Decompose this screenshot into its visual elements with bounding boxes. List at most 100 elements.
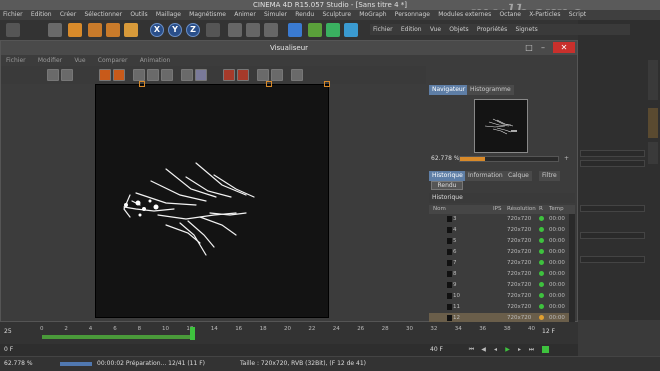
- attr-field[interactable]: [580, 150, 645, 157]
- om-menu-proprietes[interactable]: Propriétés: [474, 24, 510, 35]
- go-start-icon[interactable]: ⏮: [468, 346, 475, 353]
- col-resolution[interactable]: Résolution: [507, 205, 536, 214]
- pv-menu-vue[interactable]: Vue: [69, 55, 90, 66]
- menu-maillage[interactable]: Maillage: [153, 10, 184, 20]
- compare-ab-icon[interactable]: [181, 69, 193, 81]
- tab-historique[interactable]: Historique: [429, 171, 466, 181]
- pv-menu-comparer[interactable]: Comparer: [93, 55, 133, 66]
- timeline-playhead[interactable]: [190, 327, 195, 340]
- stop-render-icon[interactable]: [223, 69, 235, 81]
- menu-personnage[interactable]: Personnage: [392, 10, 433, 20]
- history-row[interactable]: 4 720x720 00:00: [429, 225, 569, 235]
- spline-icon[interactable]: [308, 23, 322, 37]
- render-settings-icon[interactable]: [264, 23, 278, 37]
- menu-selectionner[interactable]: Sélectionner: [81, 10, 125, 20]
- history-row[interactable]: 7 720x720 00:00: [429, 258, 569, 268]
- menu-fichier[interactable]: Fichier: [0, 10, 26, 20]
- record-key-icon[interactable]: [542, 346, 549, 353]
- render-image-area[interactable]: [95, 81, 330, 318]
- attr-field[interactable]: [580, 160, 645, 167]
- axis-z-button[interactable]: Z: [186, 23, 200, 37]
- navigator-thumbnail[interactable]: [474, 99, 528, 153]
- nurbs-icon[interactable]: [326, 23, 340, 37]
- menu-simuler[interactable]: Simuler: [261, 10, 290, 20]
- history-row[interactable]: 10 720x720 00:00: [429, 291, 569, 301]
- attr-field[interactable]: [580, 232, 645, 239]
- menu-animer[interactable]: Animer: [231, 10, 259, 20]
- export-icon[interactable]: [291, 69, 303, 81]
- col-ips[interactable]: IPS: [493, 205, 501, 214]
- om-menu-fichier[interactable]: Fichier: [370, 24, 396, 35]
- col-nom[interactable]: Nom: [433, 205, 446, 214]
- tab-calque[interactable]: Calque: [505, 171, 532, 181]
- next-frame-icon[interactable]: ▸: [516, 346, 523, 353]
- zoom-plus-icon[interactable]: +: [563, 155, 570, 162]
- menu-mograph[interactable]: MoGraph: [356, 10, 389, 20]
- objects-side-tab[interactable]: [648, 60, 658, 100]
- undo-icon[interactable]: [6, 23, 20, 37]
- tab-histogramme[interactable]: Histogramme: [467, 85, 514, 95]
- prev-key-icon[interactable]: ◀: [480, 346, 487, 353]
- pv-menu-modifier[interactable]: Modifier: [33, 55, 67, 66]
- layers-side-tab[interactable]: [648, 142, 658, 164]
- close-icon[interactable]: ✕: [553, 42, 575, 53]
- tab-filtre[interactable]: Filtre: [539, 171, 560, 181]
- cube-icon[interactable]: [288, 23, 302, 37]
- timeline-current-frame[interactable]: 12 F: [542, 328, 555, 335]
- attr-field[interactable]: [580, 256, 645, 263]
- region-handle[interactable]: [324, 81, 330, 87]
- array-icon[interactable]: [344, 23, 358, 37]
- history-render-button[interactable]: Rendu: [431, 181, 463, 190]
- menu-sculpture[interactable]: Sculpture: [319, 10, 354, 20]
- history-row[interactable]: 3 720x720 00:00: [429, 214, 569, 224]
- om-menu-signets[interactable]: Signets: [512, 24, 540, 35]
- film-icon[interactable]: [47, 69, 59, 81]
- timeline-start-field[interactable]: 25: [4, 328, 12, 335]
- prev-frame-icon[interactable]: ◂: [492, 346, 499, 353]
- channel-single-icon[interactable]: [161, 69, 173, 81]
- col-temp[interactable]: Temp: [549, 205, 564, 214]
- menu-script[interactable]: Script: [566, 10, 589, 20]
- coord-system-icon[interactable]: [206, 23, 220, 37]
- pv-menu-animation[interactable]: Animation: [135, 55, 176, 66]
- current-frame-field[interactable]: 0 F: [4, 346, 13, 353]
- channel-alpha-icon[interactable]: [147, 69, 159, 81]
- render-again-icon[interactable]: [237, 69, 249, 81]
- transform-icon[interactable]: [124, 23, 138, 37]
- rotate-icon[interactable]: [106, 23, 120, 37]
- render-picture-viewer-icon[interactable]: [246, 23, 260, 37]
- maximize-icon[interactable]: □: [523, 42, 535, 53]
- menu-magnetisme[interactable]: Magnétisme: [186, 10, 229, 20]
- render-selected-icon[interactable]: [113, 69, 125, 81]
- region-handle[interactable]: [266, 81, 272, 87]
- render-region-icon[interactable]: [99, 69, 111, 81]
- history-row[interactable]: 5 720x720 00:00: [429, 236, 569, 246]
- save-icon[interactable]: [61, 69, 73, 81]
- menu-rendu[interactable]: Rendu: [292, 10, 317, 20]
- compare-split-icon[interactable]: [195, 69, 207, 81]
- menu-creer[interactable]: Créer: [57, 10, 79, 20]
- render-view-icon[interactable]: [228, 23, 242, 37]
- history-row[interactable]: 9 720x720 00:00: [429, 280, 569, 290]
- axis-y-button[interactable]: Y: [168, 23, 182, 37]
- tab-navigateur[interactable]: Navigateur: [429, 85, 469, 95]
- play-icon[interactable]: ▶: [504, 346, 511, 353]
- menu-x-particles[interactable]: X-Particles: [526, 10, 563, 20]
- om-menu-edition[interactable]: Edition: [398, 24, 425, 35]
- scale-icon[interactable]: [88, 23, 102, 37]
- attr-field[interactable]: [580, 205, 645, 212]
- col-r[interactable]: R: [539, 205, 543, 214]
- zoom-slider[interactable]: [459, 156, 559, 162]
- tab-information[interactable]: Information: [465, 171, 506, 181]
- go-end-icon[interactable]: ⏭: [528, 346, 535, 353]
- end-frame-field[interactable]: 40 F: [430, 346, 443, 353]
- menu-modules-externes[interactable]: Modules externes: [435, 10, 494, 20]
- menu-edition[interactable]: Edition: [28, 10, 55, 20]
- attributes-side-tab[interactable]: [648, 108, 658, 138]
- move-icon[interactable]: [68, 23, 82, 37]
- minimize-icon[interactable]: –: [537, 42, 549, 53]
- menu-octane[interactable]: Octane: [496, 10, 524, 20]
- axis-x-button[interactable]: X: [150, 23, 164, 37]
- history-row[interactable]: 11 720x720 00:00: [429, 302, 569, 312]
- region-handle[interactable]: [139, 81, 145, 87]
